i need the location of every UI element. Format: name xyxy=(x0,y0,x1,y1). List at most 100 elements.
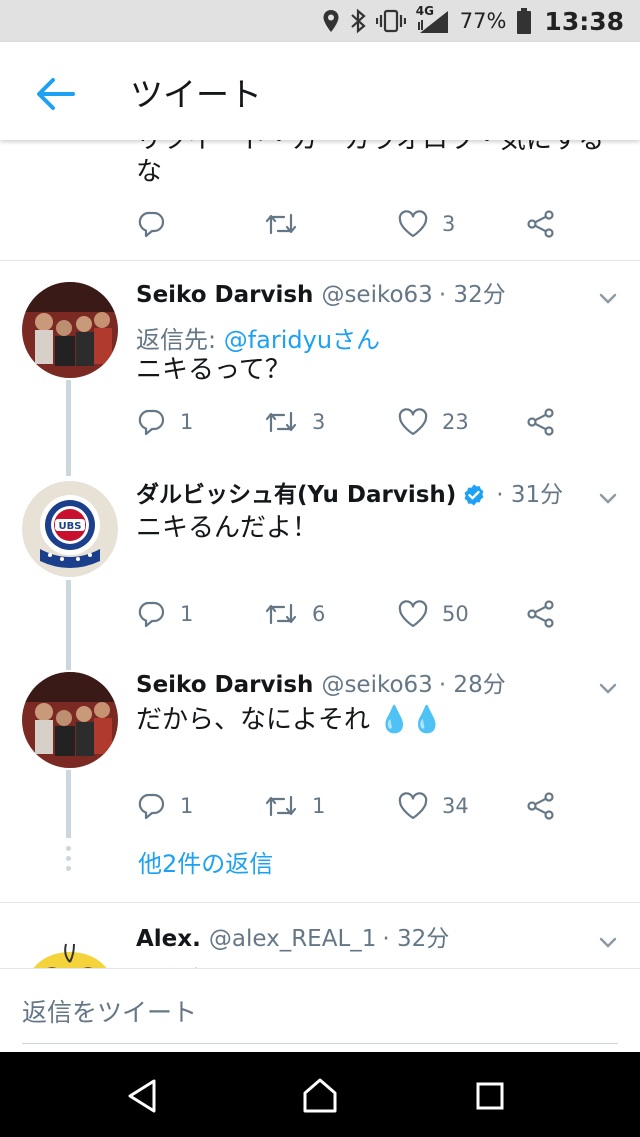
battery-icon xyxy=(517,8,532,34)
handle[interactable]: @alex_REAL_1 xyxy=(209,924,377,954)
reply-count: 1 xyxy=(180,410,194,434)
like-button[interactable]: 3 xyxy=(398,206,455,242)
share-icon xyxy=(527,792,554,820)
handle[interactable]: @seiko63 xyxy=(321,670,432,700)
avatar-seiko[interactable] xyxy=(22,282,118,378)
reply-button[interactable]: 1 xyxy=(136,404,193,440)
tweet-actions: 1 3 23 xyxy=(136,404,616,440)
reply-context: 返信先: @faridyuさん xyxy=(136,326,381,354)
chevron-down-icon[interactable] xyxy=(596,486,620,510)
chevron-down-icon[interactable] xyxy=(596,676,620,700)
retweet-count: 3 xyxy=(312,410,326,434)
home-icon xyxy=(303,1078,337,1113)
avatar-alex[interactable] xyxy=(22,922,118,968)
reply-context: 返信先: @faridyuさん xyxy=(136,960,380,968)
retweet-icon xyxy=(265,795,297,817)
handle[interactable]: @seiko63 xyxy=(321,280,432,310)
reply-count: 1 xyxy=(180,794,194,818)
display-name[interactable]: Alex. xyxy=(136,924,201,954)
share-button[interactable] xyxy=(526,596,556,632)
retweet-count: 6 xyxy=(312,602,326,626)
nav-home-button[interactable] xyxy=(298,1074,342,1118)
reply-button[interactable]: 1 xyxy=(136,788,193,824)
like-button[interactable]: 23 xyxy=(398,404,469,440)
timestamp: · 32分 xyxy=(438,282,506,308)
like-button[interactable]: 50 xyxy=(398,596,469,632)
back-button[interactable] xyxy=(30,70,80,118)
like-button[interactable]: 34 xyxy=(398,788,469,824)
reply-button[interactable]: 1 xyxy=(136,596,193,632)
share-button[interactable] xyxy=(526,404,556,440)
bluetooth-icon xyxy=(350,8,366,34)
clock: 13:38 xyxy=(544,6,624,36)
thread-line xyxy=(66,380,71,476)
display-name[interactable]: Seiko Darvish xyxy=(136,670,313,700)
svg-text:UBS: UBS xyxy=(59,521,82,532)
avatar-seiko[interactable] xyxy=(22,672,118,768)
battery-percent: 77% xyxy=(459,9,507,33)
nav-recents-button[interactable] xyxy=(468,1074,512,1118)
arrow-left-icon xyxy=(37,78,75,110)
retweet-button[interactable] xyxy=(264,206,298,242)
retweet-count: 1 xyxy=(312,794,326,818)
share-icon xyxy=(527,210,554,238)
heart-icon xyxy=(398,600,428,628)
signal-icon: 4G xyxy=(416,4,450,34)
comment-bubble-icon xyxy=(138,211,165,238)
tweet-actions: 1 6 50 xyxy=(136,596,616,632)
heart-icon xyxy=(398,792,428,820)
like-count: 23 xyxy=(442,410,469,434)
display-name[interactable]: ダルビッシュ有(Yu Darvish) xyxy=(136,480,456,510)
status-bar: 4G 77% 13:38 xyxy=(0,0,640,42)
tweet-feed[interactable]: リツイート・ガーカラオロワ・気にする な 3 Seiko Darvish @se… xyxy=(0,140,640,968)
partial-tweet-text: リツイート・ガーカラオロワ・気にする な xyxy=(136,140,605,187)
tweet-header: Seiko Darvish @seiko63 · 28分 xyxy=(136,670,506,700)
display-name[interactable]: Seiko Darvish xyxy=(136,280,313,310)
retweet-icon xyxy=(265,411,297,433)
comment-bubble-icon xyxy=(138,793,165,820)
reply-to-link[interactable]: @faridyuさん xyxy=(224,326,380,354)
timestamp: · 28分 xyxy=(438,672,506,698)
heart-icon xyxy=(398,210,428,238)
nav-back-button[interactable] xyxy=(120,1074,164,1118)
reply-composer[interactable]: 返信をツイート xyxy=(0,968,640,1052)
share-button[interactable] xyxy=(526,788,556,824)
location-icon xyxy=(323,10,339,32)
reply-input[interactable]: 返信をツイート xyxy=(22,993,197,1029)
verified-badge-icon xyxy=(462,483,486,507)
retweet-icon xyxy=(265,603,297,625)
partial-tweet-actions: 3 xyxy=(136,206,616,242)
thread-line xyxy=(66,770,71,838)
like-count: 3 xyxy=(442,212,456,236)
comment-bubble-icon xyxy=(138,601,165,628)
thread-dots xyxy=(66,846,71,876)
like-count: 50 xyxy=(442,602,469,626)
tweet-text: ニキるんだよ！ xyxy=(136,513,319,543)
chevron-down-icon[interactable] xyxy=(596,930,620,954)
tweet-text: ニキるって？ xyxy=(136,355,291,385)
input-underline xyxy=(22,1043,618,1044)
triangle-back-icon xyxy=(128,1079,156,1113)
comment-bubble-icon xyxy=(138,409,165,436)
page-title: ツイート xyxy=(130,75,262,114)
timestamp: · 32分 xyxy=(382,926,450,952)
retweet-button[interactable]: 6 xyxy=(264,596,325,632)
thread-line xyxy=(66,580,71,670)
system-nav-bar xyxy=(0,1052,640,1137)
reply-button[interactable] xyxy=(136,206,166,242)
show-more-replies-link[interactable]: 他2件の返信 xyxy=(138,844,273,879)
vibrate-icon xyxy=(375,9,406,33)
like-count: 34 xyxy=(442,794,469,818)
retweet-icon xyxy=(265,213,297,235)
tweet-text: だから、なによそれ 💧💧 xyxy=(136,705,444,735)
tweet-actions: 1 1 34 xyxy=(136,788,616,824)
retweet-button[interactable]: 1 xyxy=(264,788,325,824)
share-button[interactable] xyxy=(526,206,556,242)
square-recents-icon xyxy=(476,1082,504,1110)
app-bar: ツイート xyxy=(0,42,640,140)
tweet-header: ダルビッシュ有(Yu Darvish) · 31分 xyxy=(136,480,563,510)
retweet-button[interactable]: 3 xyxy=(264,404,325,440)
reply-count: 1 xyxy=(180,602,194,626)
avatar-yu-darvish[interactable]: UBS xyxy=(22,481,118,577)
chevron-down-icon[interactable] xyxy=(596,286,620,310)
